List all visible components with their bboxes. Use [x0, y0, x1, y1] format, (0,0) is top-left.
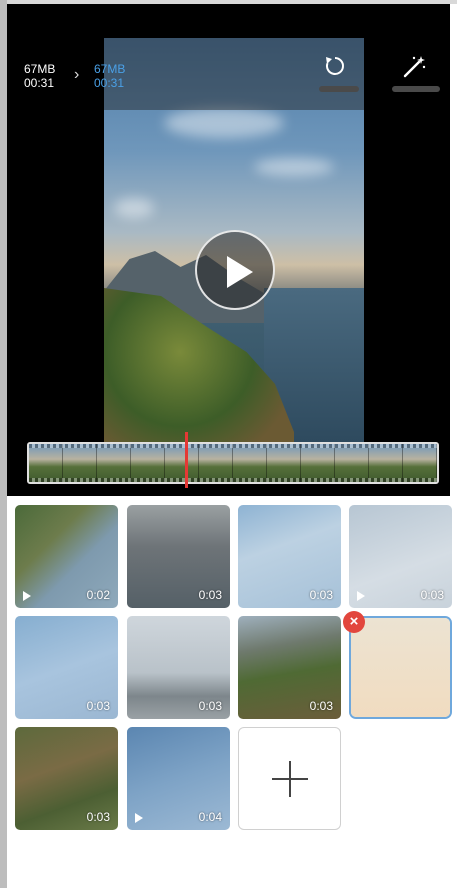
- original-duration: 00:31: [24, 76, 55, 90]
- size-duration-info: 67MB 00:31 › 67MB 00:31: [24, 62, 125, 90]
- clip-duration: 0:03: [309, 588, 333, 602]
- remove-clip-button[interactable]: ×: [343, 611, 365, 633]
- magic-wand-icon[interactable]: [401, 54, 427, 80]
- clip-duration: 0:04: [198, 810, 222, 824]
- undo-icon[interactable]: [323, 54, 347, 78]
- clip-thumbnail[interactable]: 0:03: [238, 505, 341, 608]
- clip-duration: 0:03: [420, 588, 444, 602]
- video-icon: [23, 591, 31, 601]
- clip-duration: 0:03: [86, 810, 110, 824]
- video-icon: [357, 591, 365, 601]
- video-icon: [135, 813, 143, 823]
- clip-duration: 0:03: [198, 588, 222, 602]
- play-button[interactable]: [195, 230, 275, 310]
- new-size: 67MB: [94, 62, 126, 76]
- close-icon: ×: [349, 613, 359, 630]
- clip-thumbnail[interactable]: 0:03: [349, 505, 452, 608]
- clip-thumbnail[interactable]: 0:03: [238, 616, 341, 719]
- video-preview-area: 67MB 00:31 › 67MB 00:31: [7, 4, 450, 496]
- new-duration: 00:31: [94, 76, 125, 90]
- clip-duration: 0:03: [86, 699, 110, 713]
- add-clip-button[interactable]: [238, 727, 341, 830]
- clip-thumbnail[interactable]: 0:03: [127, 505, 230, 608]
- clip-thumbnail-selected[interactable]: [351, 618, 450, 717]
- clip-thumbnail[interactable]: 0:03: [15, 727, 118, 830]
- frame-left: [0, 0, 7, 888]
- new-info: 67MB 00:31: [94, 62, 125, 90]
- clip-thumbnail[interactable]: 0:03: [127, 616, 230, 719]
- timeline-playhead[interactable]: [185, 432, 188, 488]
- clip-duration: 0:03: [198, 699, 222, 713]
- clip-thumbnail[interactable]: 0:04: [127, 727, 230, 830]
- play-icon: [227, 256, 253, 288]
- clip-duration: 0:03: [309, 699, 333, 713]
- chevron-right-icon: ›: [74, 66, 80, 83]
- original-size: 67MB: [24, 62, 56, 76]
- timeline-strip[interactable]: [27, 442, 439, 484]
- clip-thumbnail[interactable]: 0:03: [15, 616, 118, 719]
- clip-thumbnail[interactable]: 0:02: [15, 505, 118, 608]
- magic-label: [392, 86, 440, 92]
- undo-label: [319, 86, 359, 92]
- clip-duration: 0:02: [86, 588, 110, 602]
